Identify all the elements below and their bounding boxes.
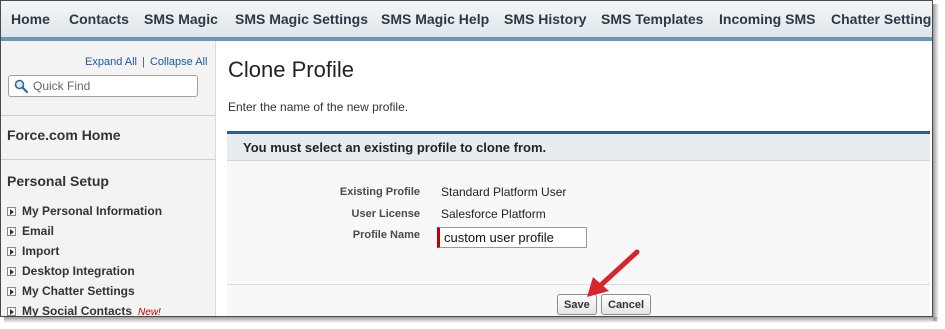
expand-triangle-icon[interactable] bbox=[7, 267, 16, 276]
force-home-link[interactable]: Force.com Home bbox=[7, 127, 121, 143]
profile-name-input[interactable] bbox=[437, 227, 587, 248]
frame-shadow-right bbox=[933, 4, 939, 321]
sidebar-item-email[interactable]: Email bbox=[7, 224, 54, 242]
setup-sidebar: Expand All | Collapse All Force.com Home… bbox=[1, 41, 216, 317]
tab-sms-magic-help[interactable]: SMS Magic Help bbox=[381, 1, 489, 37]
quick-find-input[interactable] bbox=[33, 78, 193, 94]
profile-name-label: Profile Name bbox=[352, 229, 420, 241]
app-tab-bar: Home Contacts SMS Magic SMS Magic Settin… bbox=[1, 1, 932, 41]
tab-home[interactable]: Home bbox=[11, 1, 50, 37]
clone-profile-form: You must select an existing profile to c… bbox=[227, 131, 930, 316]
force-home-section: Force.com Home bbox=[1, 115, 215, 160]
expand-triangle-icon[interactable] bbox=[7, 227, 16, 236]
error-message-bar: You must select an existing profile to c… bbox=[227, 134, 930, 161]
tab-contacts[interactable]: Contacts bbox=[69, 1, 129, 37]
sidebar-item-label: My Chatter Settings bbox=[22, 284, 135, 298]
expand-triangle-icon[interactable] bbox=[7, 207, 16, 216]
instruction-text: Enter the name of the new profile. bbox=[228, 100, 409, 114]
expand-all-link[interactable]: Expand All bbox=[85, 56, 137, 68]
sidebar-item-label: My Social Contacts bbox=[22, 304, 133, 317]
tab-sms-history[interactable]: SMS History bbox=[504, 1, 586, 37]
expand-triangle-icon[interactable] bbox=[7, 307, 16, 316]
red-arrow-icon bbox=[587, 249, 640, 297]
sidebar-item-label: Desktop Integration bbox=[22, 264, 135, 278]
sidebar-item-label: Email bbox=[22, 224, 55, 238]
sidebar-item-my-social-contacts[interactable]: My Social Contacts New! bbox=[7, 304, 161, 317]
search-icon bbox=[14, 79, 28, 93]
sidebar-item-my-personal-information[interactable]: My Personal Information bbox=[7, 204, 162, 222]
tab-incoming-sms[interactable]: Incoming SMS bbox=[719, 1, 815, 37]
personal-setup-heading: Personal Setup bbox=[7, 173, 109, 189]
sidebar-item-import[interactable]: Import bbox=[7, 244, 59, 262]
frame-shadow-bottom bbox=[4, 317, 937, 323]
user-license-value: Salesforce Platform bbox=[441, 207, 546, 221]
tab-chatter-settings[interactable]: Chatter Settings bbox=[831, 1, 932, 37]
link-separator: | bbox=[142, 56, 145, 68]
error-message: You must select an existing profile to c… bbox=[243, 140, 547, 155]
screenshot-frame: Home Contacts SMS Magic SMS Magic Settin… bbox=[0, 0, 933, 317]
sidebar-item-desktop-integration[interactable]: Desktop Integration bbox=[7, 264, 135, 282]
user-license-label: User License bbox=[351, 208, 420, 220]
expand-triangle-icon[interactable] bbox=[7, 287, 16, 296]
button-row: Save Cancel bbox=[227, 284, 930, 316]
quick-find-box[interactable] bbox=[8, 75, 198, 97]
page-title: Clone Profile bbox=[228, 57, 354, 82]
sidebar-item-label: My Personal Information bbox=[22, 204, 163, 218]
expand-triangle-icon[interactable] bbox=[7, 247, 16, 256]
new-badge: New! bbox=[138, 307, 161, 317]
collapse-all-link[interactable]: Collapse All bbox=[150, 56, 207, 68]
sidebar-item-my-chatter-settings[interactable]: My Chatter Settings bbox=[7, 284, 135, 302]
expand-collapse-links: Expand All | Collapse All bbox=[85, 56, 207, 68]
existing-profile-value: Standard Platform User bbox=[441, 185, 567, 199]
sidebar-item-label: Import bbox=[22, 244, 60, 258]
tab-sms-templates[interactable]: SMS Templates bbox=[601, 1, 703, 37]
tab-sms-magic[interactable]: SMS Magic bbox=[144, 1, 218, 37]
personal-setup-section: Personal Setup My Personal Information E… bbox=[1, 159, 215, 317]
tab-sms-magic-settings[interactable]: SMS Magic Settings bbox=[235, 1, 368, 37]
existing-profile-label: Existing Profile bbox=[339, 186, 420, 198]
